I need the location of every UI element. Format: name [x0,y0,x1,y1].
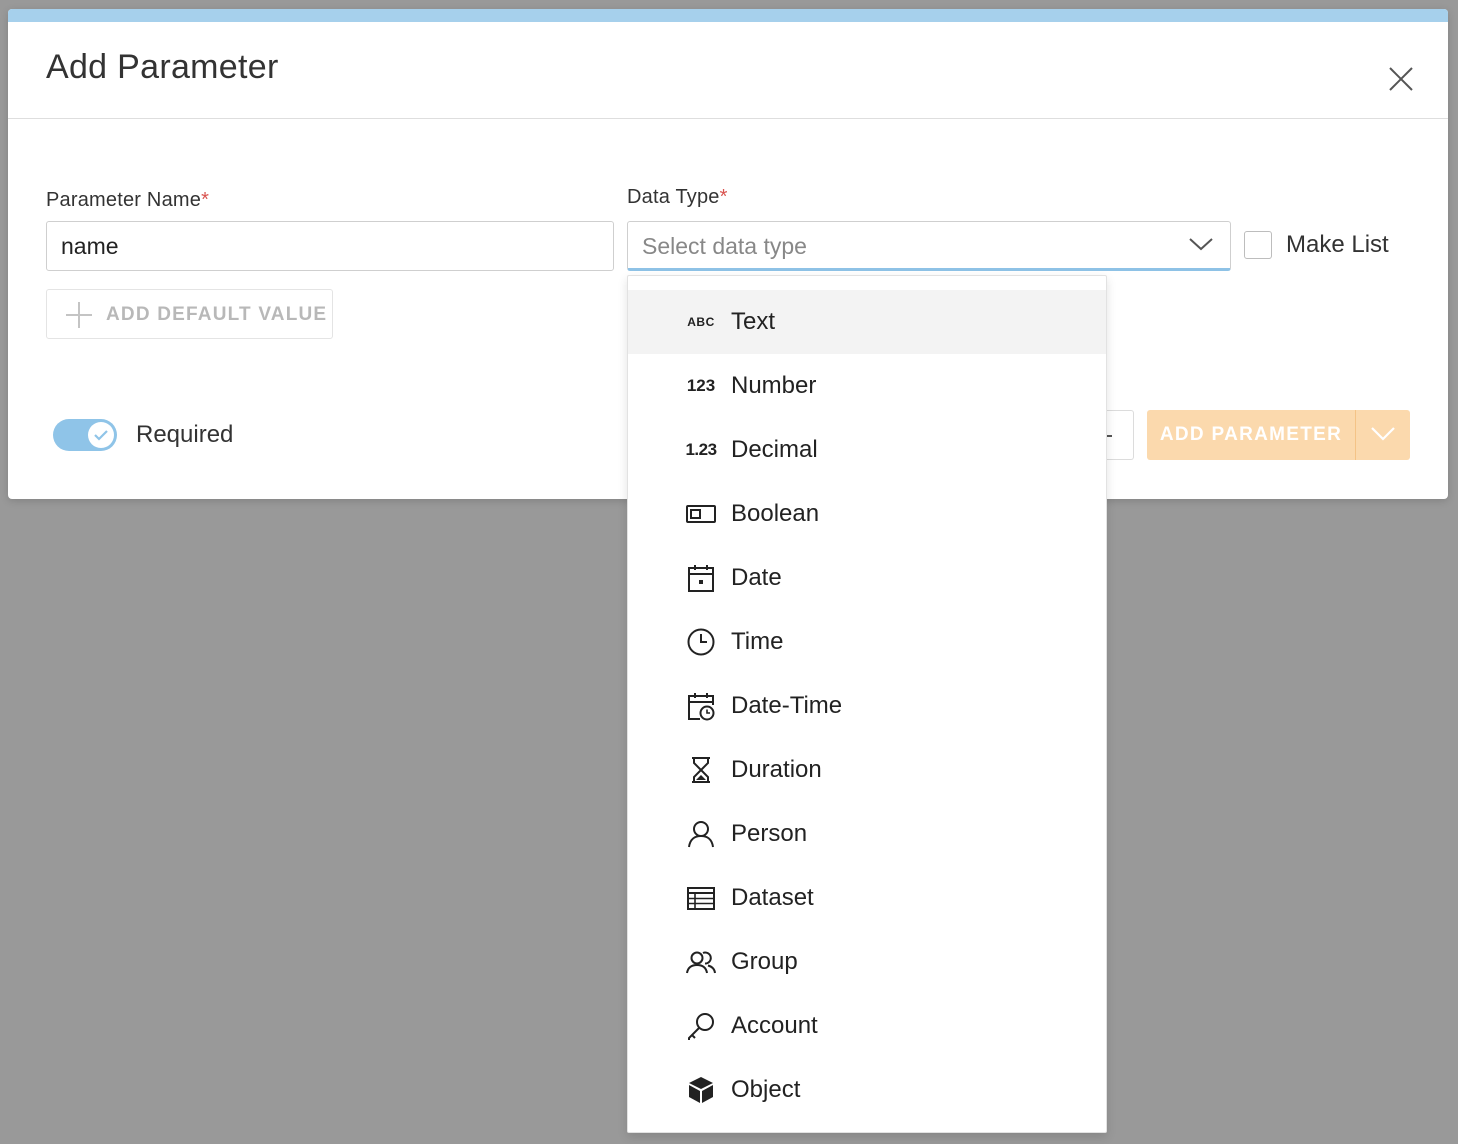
option-label: Date [731,564,782,591]
make-list-label: Make List [1286,231,1389,258]
data-type-option-dataset[interactable]: Dataset [628,866,1106,930]
option-label: Group [731,948,798,975]
data-type-option-boolean[interactable]: Boolean [628,482,1106,546]
number-icon: 123 [686,376,716,395]
data-type-option-duration[interactable]: Duration [628,738,1106,802]
option-label: Duration [731,756,822,783]
option-label: Person [731,820,808,847]
data-type-option-object[interactable]: Object [628,1058,1106,1122]
add-parameter-button[interactable]: ADD PARAMETER [1147,410,1410,460]
plus-icon [66,302,92,328]
parameter-name-input[interactable] [46,221,614,271]
chevron-down-icon [1371,427,1395,441]
key-icon [686,1011,716,1041]
chevron-down-icon [1189,238,1213,251]
calendar-clock-icon [686,691,716,721]
table-icon [686,883,716,913]
required-marker: * [201,189,210,211]
required-marker: * [719,186,728,208]
add-parameter-label: ADD PARAMETER [1159,424,1343,445]
data-type-option-date-time[interactable]: Date-Time [628,674,1106,738]
decimal-icon: 1.23 [685,440,717,459]
data-type-label: Data Type* [627,186,728,208]
close-button[interactable] [1384,62,1418,96]
data-type-option-group[interactable]: Group [628,930,1106,994]
dialog-title: Add Parameter [46,48,279,86]
dialog-accent-bar [8,9,1448,22]
add-default-value-label: ADD DEFAULT VALUE [106,304,328,325]
data-type-option-decimal[interactable]: 1.23 Decimal [628,418,1106,482]
parameter-name-label: Parameter Name* [46,189,210,211]
toggle-knob [88,422,114,448]
data-type-select[interactable]: Select data type [627,221,1231,271]
cube-icon [686,1075,716,1105]
clock-icon [686,627,716,657]
make-list-checkbox[interactable] [1244,231,1272,259]
option-label: Account [731,1012,818,1039]
data-type-option-date[interactable]: Date [628,546,1106,610]
add-parameter-options-button[interactable] [1356,410,1410,460]
toggle-box-icon [686,499,716,529]
option-label: Boolean [731,500,820,527]
option-label: Time [731,628,784,655]
close-icon [1389,67,1413,91]
add-default-value-button[interactable]: ADD DEFAULT VALUE [46,289,333,339]
abc-icon: ABC [687,315,715,329]
person-icon [686,819,716,849]
option-label: Object [731,1076,801,1103]
option-label: Dataset [731,884,814,911]
checkmark-icon [94,430,108,441]
required-toggle[interactable] [53,419,117,451]
data-type-placeholder: Select data type [642,233,807,259]
data-type-option-number[interactable]: 123 Number [628,354,1106,418]
data-type-option-person[interactable]: Person [628,802,1106,866]
hourglass-icon [686,755,716,785]
group-icon [686,947,716,977]
data-type-dropdown[interactable]: ABC Text 123 Number 1.23 Decimal Boolean [627,275,1107,1133]
dialog-header: Add Parameter [8,22,1448,119]
option-label: Decimal [731,436,818,463]
data-type-option-account[interactable]: Account [628,994,1106,1058]
option-label: Number [731,372,817,399]
option-label: Text [731,308,776,335]
option-label: Date-Time [731,692,843,719]
data-type-option-text[interactable]: ABC Text [628,290,1106,354]
required-label: Required [136,421,234,448]
data-type-option-time[interactable]: Time [628,610,1106,674]
calendar-icon [686,563,716,593]
